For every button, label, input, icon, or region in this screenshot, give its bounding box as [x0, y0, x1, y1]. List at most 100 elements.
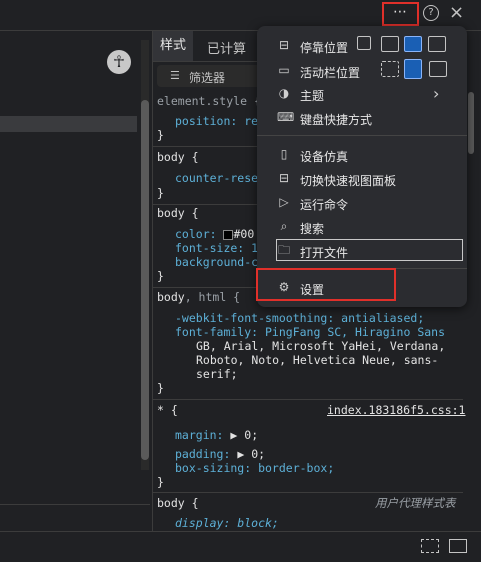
menu-item-dock-position: ⊟ 停靠位置	[257, 34, 467, 58]
help-icon[interactable]: ?	[423, 5, 439, 21]
menu-item-search[interactable]: ⌕ 搜索	[257, 215, 467, 239]
dock-side-icon: ⊟	[278, 38, 290, 52]
rule-selector: body {	[157, 206, 199, 220]
undock-icon[interactable]	[357, 36, 371, 50]
quick-view-icon: ⊟	[278, 171, 290, 185]
declaration[interactable]: font-family: PingFang SC, Hiragino Sans	[175, 325, 445, 339]
run-command-icon: ▷	[279, 195, 289, 209]
expand-triangle-icon[interactable]: ▶	[230, 428, 237, 442]
menu-item-run-command[interactable]: ▷ 运行命令	[257, 191, 467, 215]
declaration-text: font-size: 1	[175, 241, 259, 255]
left-scroll-thumb[interactable]	[141, 100, 149, 460]
menu-item-label: 键盘快捷方式	[300, 113, 373, 127]
rule-selector: body {	[157, 150, 199, 164]
more-options-menu: ⊟ 停靠位置 ▭ 活动栏位置 ◑ 主题 › ⌨ 键盘快捷方式 ▯ 设备仿真 ⊟ …	[257, 26, 467, 307]
activity-top-icon[interactable]	[404, 59, 422, 79]
close-icon[interactable]: ×	[449, 2, 464, 24]
rule-close: }	[157, 269, 164, 283]
more-options-button[interactable]: ⋯	[382, 2, 419, 26]
activity-left-icon[interactable]	[429, 61, 447, 77]
declaration-text: background-co	[175, 255, 266, 269]
declaration-prop: color:	[175, 227, 217, 241]
declaration-text: display: block;	[175, 516, 279, 530]
declaration-cont: serif;	[196, 367, 238, 381]
dock-left-icon[interactable]	[381, 36, 399, 52]
theme-icon: ◑	[278, 86, 290, 100]
declaration[interactable]: box-sizing: border-box;	[175, 461, 334, 475]
declaration-prop: margin:	[175, 428, 224, 442]
tab-styles[interactable]: 样式	[153, 31, 193, 61]
menu-item-keyboard-shortcuts[interactable]: ⌨ 键盘快捷方式	[257, 106, 467, 130]
device-emulation-icon: ▯	[280, 147, 288, 161]
stylesheet-link[interactable]: index.183186f5.css:1	[327, 403, 465, 417]
chevron-right-icon: ›	[433, 84, 440, 103]
rule-close: }	[157, 128, 164, 142]
toggle-element-state-icon[interactable]	[421, 539, 439, 553]
declaration[interactable]: counter-rese	[175, 171, 258, 185]
filter-placeholder: 筛选器	[189, 71, 226, 85]
expand-triangle-icon[interactable]: ▶	[237, 447, 244, 461]
menu-item-label: 设备仿真	[300, 150, 349, 164]
menu-item-device-emulation[interactable]: ▯ 设备仿真	[257, 143, 467, 167]
declaration-value: 0;	[251, 447, 266, 461]
activity-bar-icon: ▭	[278, 63, 290, 77]
rule-selector: * {	[157, 403, 178, 417]
selected-dom-row[interactable]	[0, 116, 137, 132]
rule-divider	[153, 399, 463, 400]
declaration[interactable]: margin: ▶ 0;	[175, 428, 258, 442]
accessibility-icon[interactable]: ☥	[107, 50, 131, 74]
rule-divider	[153, 492, 463, 493]
menu-item-quick-view[interactable]: ⊟ 切换快速视图面板	[257, 167, 467, 191]
declaration[interactable]: padding: ▶ 0;	[175, 447, 265, 461]
activity-hidden-icon[interactable]	[381, 61, 399, 77]
menu-item-label: 运行命令	[300, 198, 349, 212]
settings-highlight-box	[256, 268, 396, 301]
user-agent-stylesheet-label: 用户代理样式表	[375, 496, 456, 510]
search-icon: ⌕	[280, 219, 288, 233]
declaration-text: box-sizing: border-box;	[175, 461, 335, 475]
rule-close: }	[157, 186, 164, 200]
menu-item-label: 搜索	[300, 222, 325, 236]
bottom-toolbar	[0, 531, 481, 562]
declaration-text: counter-rese	[175, 171, 259, 185]
rule-selector: body, html {	[157, 290, 240, 304]
menu-item-label: 活动栏位置	[300, 66, 361, 80]
rule-close: }	[157, 381, 164, 395]
declaration-value: 0;	[244, 428, 259, 442]
menu-item-activity-bar-position: ▭ 活动栏位置	[257, 59, 467, 83]
folder-icon: 🗀	[277, 243, 290, 257]
menu-item-theme[interactable]: ◑ 主题 ›	[257, 82, 467, 106]
declaration-cont: GB, Arial, Microsoft YaHei, Verdana,	[196, 339, 446, 353]
declaration-prop: padding:	[175, 447, 231, 461]
selector-extra: , html {	[184, 290, 241, 304]
rule-selector: element.style {	[157, 94, 261, 108]
selector-main: body	[157, 290, 185, 304]
declaration-text: position: re	[175, 114, 259, 128]
keyboard-icon: ⌨	[277, 110, 295, 124]
declaration[interactable]: background-co	[175, 255, 265, 269]
rule-selector: body {	[157, 496, 199, 510]
tab-computed[interactable]: 已计算	[207, 38, 246, 57]
declaration-text: font-family: PingFang SC, Hiragino Sans	[175, 325, 446, 339]
declaration[interactable]: font-size: 1	[175, 241, 258, 255]
declaration-cont: Roboto, Noto, Helvetica Neue, sans-	[196, 353, 439, 367]
dock-right-icon[interactable]	[428, 36, 446, 52]
color-swatch[interactable]	[223, 229, 234, 240]
menu-item-label: 切换快速视图面板	[300, 174, 397, 188]
menu-divider	[257, 135, 467, 136]
dock-bottom-icon[interactable]	[404, 36, 422, 52]
declaration[interactable]: position: re	[175, 114, 258, 128]
menu-item-label: 打开文件	[300, 246, 349, 260]
declaration[interactable]: color: #00	[175, 227, 254, 241]
declaration[interactable]: -webkit-font-smoothing: antialiased;	[175, 311, 424, 325]
filter-icon: ☰	[170, 69, 180, 82]
menu-item-open-file[interactable]: 🗀 打开文件	[257, 239, 467, 263]
computed-sidebar-toggle-icon[interactable]	[449, 539, 467, 553]
breadcrumb-bar	[0, 504, 150, 533]
elements-pane	[0, 31, 150, 531]
declaration-text: -webkit-font-smoothing: antialiased;	[175, 311, 425, 325]
styles-scroll-thumb[interactable]	[468, 92, 474, 154]
menu-item-label: 主题	[300, 89, 325, 103]
declaration[interactable]: display: block;	[175, 516, 279, 530]
declaration-value: #00	[233, 227, 255, 241]
